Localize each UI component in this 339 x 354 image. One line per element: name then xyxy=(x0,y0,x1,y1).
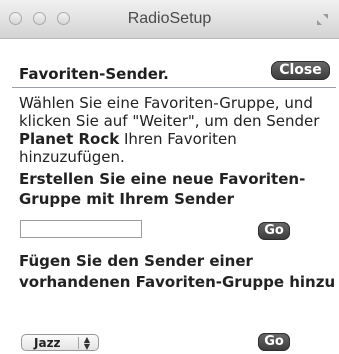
add-existing-heading: Fügen Sie den Sender einer vorhandenen F… xyxy=(19,252,336,291)
create-group-heading: Erstellen Sie eine neue Favoriten-Gruppe… xyxy=(19,170,306,208)
intro-text: Wählen Sie eine Favoriten-Gruppe, und kl… xyxy=(19,94,337,166)
station-name: Planet Rock xyxy=(19,130,120,148)
close-button[interactable]: Close xyxy=(271,61,330,80)
updown-arrow-icon: ▲ ▼ xyxy=(83,335,91,351)
fullscreen-icon[interactable] xyxy=(316,13,329,26)
title-bar: RadioSetup xyxy=(0,0,339,39)
window-title: RadioSetup xyxy=(127,10,212,27)
group-name-input[interactable] xyxy=(20,220,142,238)
select-divider xyxy=(78,337,79,349)
page-title: Favoriten-Sender. xyxy=(19,65,169,83)
add-existing-go-button[interactable]: Go xyxy=(258,333,290,351)
header-divider xyxy=(12,87,336,88)
group-select[interactable]: Jazz ▲ ▼ xyxy=(21,334,99,351)
group-select-value: Jazz xyxy=(34,336,61,350)
intro-text-part1: Wählen Sie eine Favoriten-Gruppe, und kl… xyxy=(19,94,320,130)
create-group-go-button[interactable]: Go xyxy=(258,222,290,240)
